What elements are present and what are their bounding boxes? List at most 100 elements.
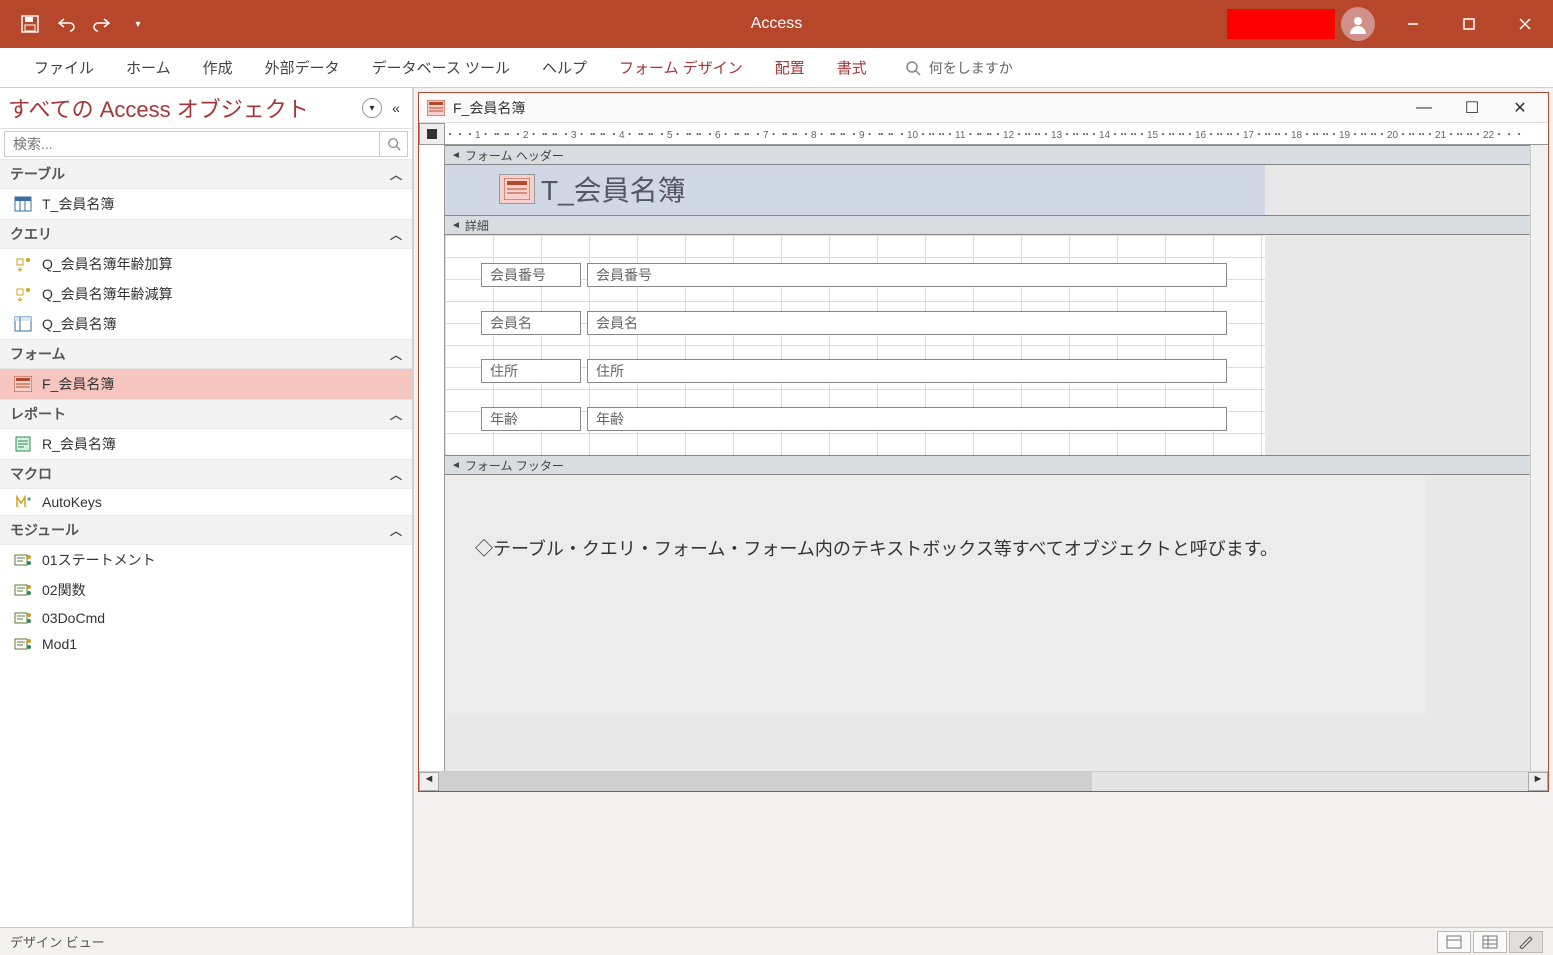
tell-me-placeholder: 何をしますか [929, 58, 1013, 78]
chevron-up-icon: ︿ [390, 166, 402, 183]
form-icon [427, 100, 445, 116]
nav-group-header[interactable]: レポート︿ [0, 399, 412, 429]
scroll-right-button[interactable]: ► [1528, 772, 1548, 791]
window-minimize-button[interactable] [1385, 0, 1441, 48]
chevron-up-icon: ︿ [390, 522, 402, 539]
nav-item-label: AutoKeys [42, 494, 102, 510]
view-form-button[interactable] [1437, 931, 1471, 953]
module-icon [14, 636, 32, 652]
nav-item[interactable]: R_会員名簿 [0, 429, 412, 459]
nav-item[interactable]: 03DoCmd [0, 605, 412, 631]
nav-group-header[interactable]: モジュール︿ [0, 515, 412, 545]
save-button[interactable] [18, 12, 42, 36]
nav-item-label: F_会員名簿 [42, 374, 114, 394]
tab-format[interactable]: 書式 [823, 49, 881, 86]
scroll-track[interactable] [439, 772, 1528, 791]
view-design-button[interactable] [1509, 931, 1543, 953]
nav-item[interactable]: F_会員名簿 [0, 369, 412, 399]
form-logo-icon[interactable] [499, 174, 535, 204]
field-textbox-control[interactable]: 住所 [587, 359, 1227, 383]
tab-database-tools[interactable]: データベース ツール [358, 49, 524, 86]
field-textbox-control[interactable]: 会員名 [587, 311, 1227, 335]
field-row: 会員名会員名 [481, 311, 1227, 335]
doc-minimize-button[interactable]: — [1404, 99, 1444, 117]
tab-arrange[interactable]: 配置 [761, 49, 819, 86]
field-label-control[interactable]: 会員番号 [481, 263, 581, 287]
status-mode-label: デザイン ビュー [10, 932, 105, 951]
section-toggle-icon: ◄ [451, 220, 461, 231]
nav-item[interactable]: Q_会員名簿年齢加算 [0, 249, 412, 279]
field-textbox-control[interactable]: 会員番号 [587, 263, 1227, 287]
undo-button[interactable] [54, 12, 78, 36]
view-datasheet-button[interactable] [1473, 931, 1507, 953]
nav-search-button[interactable] [379, 132, 407, 156]
form-selector[interactable] [419, 123, 445, 145]
query-update-icon [14, 286, 32, 302]
macro-icon [14, 494, 32, 510]
nav-item[interactable]: AutoKeys [0, 489, 412, 515]
nav-pane-title[interactable]: すべての Access オブジェクト [8, 92, 362, 124]
search-icon [905, 60, 921, 76]
window-maximize-button[interactable] [1441, 0, 1497, 48]
nav-item[interactable]: Mod1 [0, 631, 412, 657]
field-label-control[interactable]: 会員名 [481, 311, 581, 335]
tab-help[interactable]: ヘルプ [528, 49, 601, 86]
detail-section[interactable]: 会員番号会員番号会員名会員名住所住所年齢年齢 [445, 235, 1265, 455]
field-textbox-control[interactable]: 年齢 [587, 407, 1227, 431]
vertical-scrollbar[interactable] [1530, 145, 1548, 771]
nav-group-header[interactable]: マクロ︿ [0, 459, 412, 489]
nav-pane-collapse-button[interactable]: « [388, 100, 404, 116]
design-canvas[interactable]: ◄ フォーム ヘッダー T_会員名簿 ◄ 詳細 [445, 145, 1530, 771]
user-avatar[interactable] [1341, 7, 1375, 41]
vertical-ruler[interactable] [419, 145, 445, 771]
form-header-title-label[interactable]: T_会員名簿 [541, 169, 686, 209]
nav-item[interactable]: 01ステートメント [0, 545, 412, 575]
form-header-section[interactable]: T_会員名簿 [445, 165, 1265, 215]
scroll-thumb[interactable] [439, 772, 1092, 791]
nav-item[interactable]: T_会員名簿 [0, 189, 412, 219]
section-label-detail: 詳細 [465, 217, 489, 234]
nav-item[interactable]: Q_会員名簿年齢減算 [0, 279, 412, 309]
doc-maximize-button[interactable]: ☐ [1452, 98, 1492, 118]
nav-group-header[interactable]: クエリ︿ [0, 219, 412, 249]
nav-search-input[interactable] [5, 132, 379, 156]
nav-group-header[interactable]: テーブル︿ [0, 159, 412, 189]
horizontal-ruler[interactable]: ・・・1・・・・・・2・・・・・・3・・・・・・4・・・・・・5・・・・・・6・… [445, 123, 1548, 145]
nav-item[interactable]: Q_会員名簿 [0, 309, 412, 339]
section-bar-form-footer[interactable]: ◄ フォーム フッター [445, 455, 1530, 475]
nav-item-label: R_会員名簿 [42, 434, 116, 454]
footer-note-text: ◇テーブル・クエリ・フォーム・フォーム内のテキストボックス等すべてオブジェクトと… [475, 535, 1278, 561]
tab-form-design[interactable]: フォーム デザイン [605, 49, 757, 86]
tab-create[interactable]: 作成 [189, 49, 247, 86]
nav-item-label: Q_会員名簿年齢加算 [42, 254, 173, 274]
nav-group-header[interactable]: フォーム︿ [0, 339, 412, 369]
redo-button[interactable] [90, 12, 114, 36]
tab-home[interactable]: ホーム [112, 49, 185, 86]
tell-me-search[interactable]: 何をしますか [905, 58, 1013, 78]
window-close-button[interactable] [1497, 0, 1553, 48]
module-icon [14, 552, 32, 568]
tab-file[interactable]: ファイル [20, 49, 108, 86]
field-label-control[interactable]: 住所 [481, 359, 581, 383]
doc-close-button[interactable]: ✕ [1500, 98, 1540, 118]
chevron-up-icon: ︿ [390, 226, 402, 243]
nav-item-label: 02関数 [42, 580, 86, 600]
form-footer-section[interactable]: ◇テーブル・クエリ・フォーム・フォーム内のテキストボックス等すべてオブジェクトと… [445, 475, 1425, 715]
chevron-up-icon: ︿ [390, 346, 402, 363]
nav-item-label: Q_会員名簿年齢減算 [42, 284, 173, 304]
nav-item[interactable]: 02関数 [0, 575, 412, 605]
nav-pane-dropdown-button[interactable]: ▾ [362, 98, 382, 118]
tab-external-data[interactable]: 外部データ [251, 49, 354, 86]
form-design-window: F_会員名簿 — ☐ ✕ ・・・1・・・・・・2・・・・・・3・・・・・・4・・… [418, 92, 1549, 792]
nav-search-row [4, 131, 408, 157]
qat-customize-button[interactable]: ▾ [126, 12, 150, 36]
report-icon [14, 436, 32, 452]
scroll-left-button[interactable]: ◄ [419, 772, 439, 791]
nav-item-label: Q_会員名簿 [42, 314, 117, 334]
field-label-control[interactable]: 年齢 [481, 407, 581, 431]
horizontal-scrollbar[interactable]: ◄ ► [419, 771, 1548, 791]
section-bar-form-header[interactable]: ◄ フォーム ヘッダー [445, 145, 1530, 165]
chevron-up-icon: ︿ [390, 406, 402, 423]
account-name-redacted [1227, 9, 1335, 39]
section-bar-detail[interactable]: ◄ 詳細 [445, 215, 1530, 235]
